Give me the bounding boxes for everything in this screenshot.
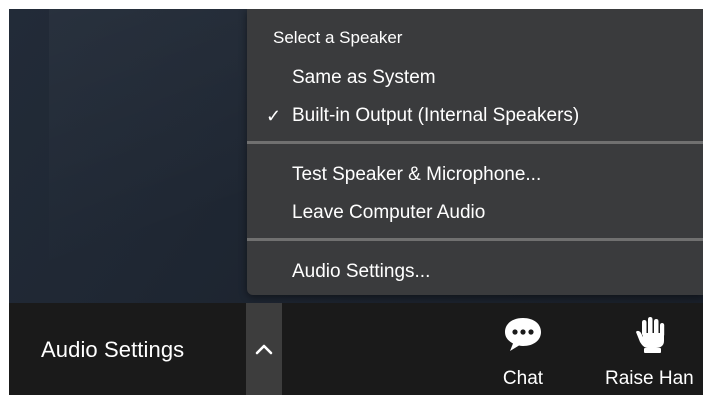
raise-hand-button[interactable]: Raise Han: [605, 315, 703, 390]
menu-item-built-in-output[interactable]: ✓ Built-in Output (Internal Speakers): [247, 99, 703, 133]
chat-bubble-icon: [505, 318, 541, 351]
menu-item-label: Leave Computer Audio: [292, 202, 486, 223]
raise-hand-label: Raise Han: [605, 368, 694, 389]
menu-item-label: Same as System: [292, 67, 436, 88]
audio-settings-label: Audio Settings: [41, 337, 185, 362]
meeting-window: Select a Speaker Same as System ✓ Built-…: [9, 9, 703, 395]
menu-item-audio-settings[interactable]: Audio Settings...: [247, 255, 703, 289]
chevron-up-icon: [255, 344, 273, 355]
raised-hand-icon: [636, 317, 665, 353]
menu-item-label: Test Speaker & Microphone...: [292, 164, 542, 185]
menu-header: Select a Speaker: [273, 28, 403, 47]
audio-options-chevron-button[interactable]: [246, 303, 282, 395]
chat-button[interactable]: Chat: [495, 315, 551, 390]
meeting-toolbar: Audio Settings Chat Raise Han: [9, 303, 703, 395]
menu-item-test-speaker-microphone[interactable]: Test Speaker & Microphone...: [247, 158, 703, 192]
menu-item-label: Built-in Output (Internal Speakers): [292, 105, 580, 126]
chat-label: Chat: [502, 368, 544, 389]
menu-divider: [247, 141, 703, 144]
menu-item-leave-computer-audio[interactable]: Leave Computer Audio: [247, 196, 703, 230]
menu-divider: [247, 238, 703, 241]
menu-item-same-as-system[interactable]: Same as System: [247, 61, 703, 95]
speaker-select-menu: Select a Speaker Same as System ✓ Built-…: [247, 9, 703, 295]
checkmark-icon: ✓: [266, 106, 282, 126]
menu-item-label: Audio Settings...: [292, 261, 431, 282]
